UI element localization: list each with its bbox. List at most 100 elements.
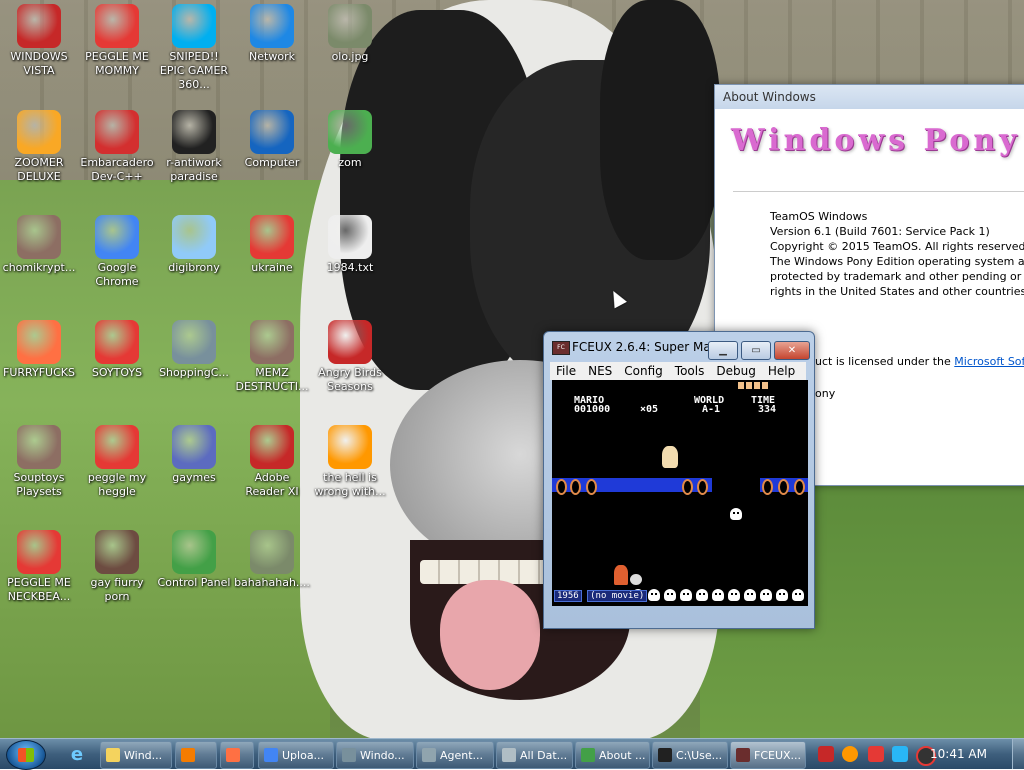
desktop-icon[interactable]: Adobe Reader XI	[234, 425, 310, 499]
taskbar-button[interactable]: Uploa...	[258, 741, 334, 769]
ghost-block	[728, 589, 740, 601]
start-button[interactable]	[6, 740, 46, 770]
control-panel-icon	[172, 530, 216, 574]
minimize-icon: ▁	[719, 345, 727, 356]
about-banner: Windows Pony	[715, 109, 1024, 179]
coin	[586, 479, 597, 495]
tray-v-icon[interactable]	[818, 746, 834, 762]
menu-tools[interactable]: Tools	[669, 362, 711, 380]
desktop-icon[interactable]: Angry Birds Seasons	[312, 320, 388, 394]
desktop-icon[interactable]: digibrony	[156, 215, 232, 275]
ghost-block	[664, 589, 676, 601]
fceux-titlebar[interactable]: FC FCEUX 2.6.4: Super Mar... ▁ ▭ ✕	[544, 332, 814, 362]
taskbar-button-label: Wind...	[124, 748, 163, 762]
desktop-icon[interactable]: zom	[312, 110, 388, 170]
desktop-icon-label: Google Chrome	[95, 261, 139, 288]
desktop-icon[interactable]: gaymes	[156, 425, 232, 485]
about-info: TeamOS Windows Version 6.1 (Build 7601: …	[770, 209, 1024, 299]
paint-icon	[226, 748, 240, 762]
taskbar-button[interactable]: FCEUX...	[730, 741, 806, 769]
desktop-icon[interactable]: Computer	[234, 110, 310, 170]
ghost-block	[712, 589, 724, 601]
desktop-icon[interactable]: gay fiurry porn	[79, 530, 155, 604]
desktop-icon[interactable]: Embarcadero Dev-C++	[79, 110, 155, 184]
taskbar-button[interactable]: Wind...	[100, 741, 172, 769]
taskbar-button[interactable]: Windo...	[336, 741, 414, 769]
tray-search-icon[interactable]	[842, 746, 858, 762]
desktop-icon[interactable]: olo.jpg	[312, 4, 388, 64]
desktop-icon[interactable]: PEGGLE ME NECKBEA...	[1, 530, 77, 604]
flash-icon	[172, 320, 216, 364]
desktop-icon[interactable]: PEGGLE ME MOMMY	[79, 4, 155, 78]
desktop-icon-label: the hell is wrong with...	[314, 471, 386, 498]
desktop-icon-label: 1984.txt	[326, 261, 374, 274]
ie-icon[interactable]: e	[66, 743, 88, 765]
fceux-icon	[736, 748, 750, 762]
maximize-button[interactable]: ▭	[741, 341, 771, 360]
desktop-icon-label: SOYTOYS	[91, 366, 143, 379]
taskbar-button-label: Windo...	[360, 748, 405, 762]
taskbar-button[interactable]: Agent...	[416, 741, 494, 769]
close-button[interactable]: ✕	[774, 341, 810, 360]
window-icon	[502, 748, 516, 762]
peggle-icon	[95, 425, 139, 469]
license-prefix: uct is licensed under the	[815, 355, 955, 368]
menu-debug[interactable]: Debug	[710, 362, 761, 380]
desktop-icon[interactable]: ShoppingC...	[156, 320, 232, 380]
tray-display-icon[interactable]	[892, 746, 908, 762]
desktop-icon[interactable]: peggle my heggle	[79, 425, 155, 499]
coin	[794, 479, 805, 495]
desktop-icon[interactable]: ZOOMER DELUXE	[1, 110, 77, 184]
game-screen[interactable]: MARIO 001000 ×05 WORLD A-1 TIME 334 1956…	[552, 380, 808, 606]
desktop-icon[interactable]: SOYTOYS	[79, 320, 155, 380]
shortcut-l-icon	[17, 215, 61, 259]
menu-config[interactable]: Config	[618, 362, 669, 380]
desktop-icon[interactable]: MEMZ DESTRUCTI...	[234, 320, 310, 394]
devcpp-icon	[95, 110, 139, 154]
minimize-button[interactable]: ▁	[708, 341, 738, 360]
desktop-icon[interactable]: Network	[234, 4, 310, 64]
about-title[interactable]: About Windows	[715, 85, 1024, 109]
window-icon	[342, 748, 356, 762]
shortcut-l-icon	[17, 425, 61, 469]
taskbar-button[interactable]: About ...	[575, 741, 650, 769]
desktop-icon[interactable]: WINDOWS VISTA	[1, 4, 77, 78]
taskbar-button[interactable]: C:\Use...	[652, 741, 728, 769]
license-link[interactable]: Microsoft Software	[954, 355, 1024, 368]
menu-file[interactable]: File	[550, 362, 582, 380]
computer-icon	[250, 110, 294, 154]
hud-coins: ×05	[640, 404, 659, 415]
peggle-icon	[17, 530, 61, 574]
fceux-window[interactable]: FC FCEUX 2.6.4: Super Mar... ▁ ▭ ✕ File …	[543, 331, 815, 629]
desktop-icon[interactable]: bahahahah....	[234, 530, 310, 590]
desktop-icon-label: gay fiurry porn	[90, 576, 144, 603]
desktop-icon[interactable]: SNIPED!! EPIC GAMER 360...	[156, 4, 232, 92]
soytoys-icon	[95, 320, 139, 364]
ghost-block	[680, 589, 692, 601]
menu-help[interactable]: Help	[762, 362, 801, 380]
desktop-icon[interactable]: Souptoys Playsets	[1, 425, 77, 499]
desktop-icon[interactable]: Google Chrome	[79, 215, 155, 289]
desktop-icon-label: ukraine	[251, 261, 293, 274]
desktop-icon[interactable]: r-antiwork paradise	[156, 110, 232, 184]
show-desktop-button[interactable]	[1012, 739, 1024, 769]
desktop-icon[interactable]: the hell is wrong with...	[312, 425, 388, 499]
desktop-icon[interactable]: Control Panel	[156, 530, 232, 590]
clock[interactable]: 10:41 AM	[930, 747, 987, 761]
emulator-status: 1956 (no movie)	[554, 590, 648, 602]
menu-nes[interactable]: NES	[582, 362, 618, 380]
peggle-icon	[95, 4, 139, 48]
tray-flag-icon[interactable]	[868, 746, 884, 762]
taskbar-button[interactable]	[175, 741, 217, 769]
cmd-icon	[658, 748, 672, 762]
goat-tongue	[440, 580, 540, 690]
desktop-icon[interactable]: 1984.txt	[312, 215, 388, 275]
desktop-icon[interactable]: chomikrypt...	[1, 215, 77, 275]
pony-icon	[172, 215, 216, 259]
red-sphere-icon	[17, 4, 61, 48]
taskbar-button[interactable]: All Dat...	[496, 741, 573, 769]
desktop-icon[interactable]: ukraine	[234, 215, 310, 275]
taskbar-button[interactable]	[220, 741, 254, 769]
desktop-icon[interactable]: FURRYFUCKS	[1, 320, 77, 380]
ghost-sprite	[730, 508, 742, 520]
